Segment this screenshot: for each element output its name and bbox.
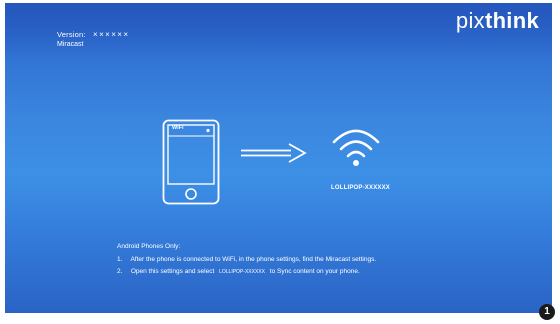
phone-wifi-label: WiFi bbox=[172, 125, 184, 131]
instructions-heading: Android Phones Only: bbox=[117, 243, 181, 250]
logo-bold-text: think bbox=[484, 8, 539, 33]
arrow-right-icon bbox=[241, 143, 307, 163]
step-text: After the phone is connected to WiFi, in… bbox=[130, 255, 377, 263]
version-value: ×××××× bbox=[93, 30, 130, 39]
step-number: 1. bbox=[117, 255, 123, 263]
logo-light-text: pix bbox=[455, 8, 485, 33]
instruction-step-1: 1. After the phone is connected to WiFi,… bbox=[117, 254, 376, 267]
version-label: Version: bbox=[57, 30, 86, 39]
wifi-icon bbox=[332, 129, 380, 166]
step-ssid: LOLLIPOP-XXXXXX bbox=[219, 269, 265, 275]
instruction-step-2: 2. Open this settings and select LOLLIPO… bbox=[117, 266, 376, 279]
step-text-after: to Sync content on your phone. bbox=[269, 268, 360, 275]
brand-logo: pixthink bbox=[456, 10, 539, 32]
network-ssid: LOLLIPOP-XXXXXX bbox=[331, 185, 391, 191]
version-info: Version: ×××××× bbox=[57, 30, 129, 39]
instructions: Android Phones Only: 1. After the phone … bbox=[117, 241, 376, 279]
step-text-before: Open this settings and select bbox=[130, 268, 215, 275]
callout-marker: 1 bbox=[539, 304, 555, 320]
mode-label: Miracast bbox=[57, 41, 84, 48]
phone-icon bbox=[162, 119, 220, 205]
miracast-screen: Version: ×××××× Miracast pixthink WiFi L… bbox=[5, 3, 552, 313]
step-number: 2. bbox=[117, 268, 123, 275]
